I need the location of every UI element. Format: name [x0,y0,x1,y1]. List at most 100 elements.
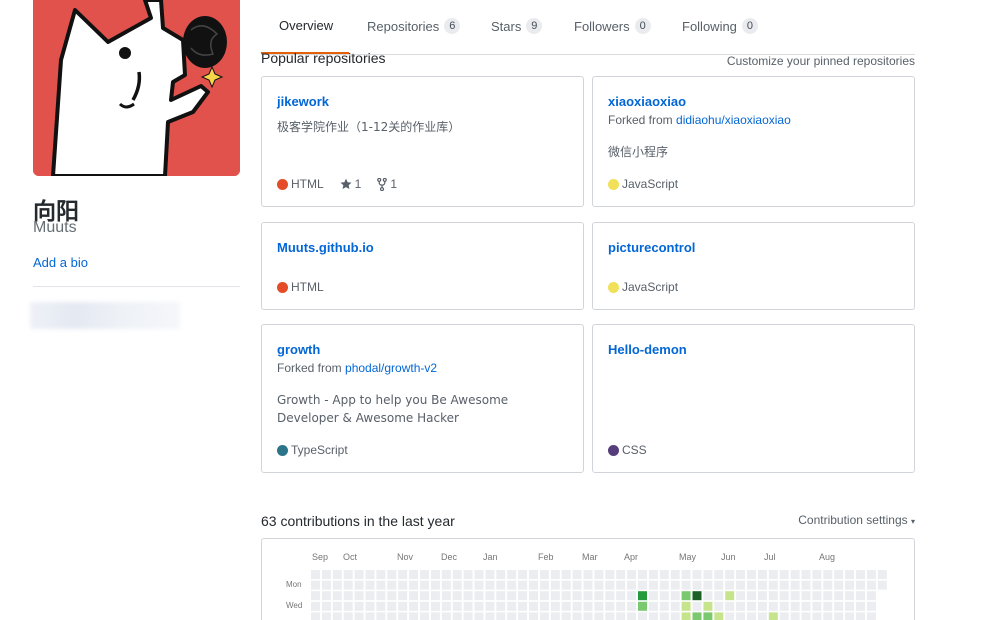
contribution-day[interactable] [354,580,364,590]
contribution-day[interactable] [725,570,735,579]
contribution-day[interactable] [856,591,865,601]
customize-pins-link[interactable]: Customize your pinned repositories [727,54,915,68]
contribution-day[interactable] [572,612,582,620]
forked-source-link[interactable]: didiaohu/xiaoxiaoxiao [676,113,791,127]
contribution-day[interactable] [452,591,462,601]
contribution-day[interactable] [681,591,691,601]
contribution-day[interactable] [714,591,724,601]
tab-repositories[interactable]: Repositories 6 [367,18,461,34]
contribution-day[interactable] [703,601,713,611]
contribution-day[interactable] [856,601,865,611]
contribution-day[interactable] [594,580,604,590]
contribution-day[interactable] [572,570,582,579]
contribution-day[interactable] [550,612,560,620]
contribution-day[interactable] [583,612,593,620]
contribution-day[interactable] [823,580,833,590]
contribution-day[interactable] [463,570,473,579]
contribution-day[interactable] [801,612,811,620]
contribution-day[interactable] [376,601,386,611]
contribution-day[interactable] [311,601,320,611]
contribution-day[interactable] [343,591,353,601]
contribution-day[interactable] [507,570,517,579]
contribution-day[interactable] [441,591,451,601]
contribution-day[interactable] [638,591,647,601]
contribution-day[interactable] [343,601,353,611]
contribution-day[interactable] [463,601,473,611]
contribution-day[interactable] [747,612,756,620]
contribution-day[interactable] [343,580,353,590]
contribution-day[interactable] [583,570,593,579]
contribution-day[interactable] [485,570,495,579]
contribution-day[interactable] [801,591,811,601]
contribution-day[interactable] [659,591,669,601]
contribution-day[interactable] [332,570,342,579]
repo-forks[interactable]: 1 [377,177,397,191]
contribution-day[interactable] [496,601,506,611]
contribution-day[interactable] [747,570,756,579]
contribution-day[interactable] [518,601,528,611]
contribution-day[interactable] [518,580,528,590]
contribution-day[interactable] [757,591,767,601]
contribution-day[interactable] [856,612,865,620]
contribution-day[interactable] [681,580,691,590]
contribution-day[interactable] [648,612,658,620]
contribution-day[interactable] [387,580,397,590]
contribution-day[interactable] [572,601,582,611]
contribution-day[interactable] [736,612,746,620]
tab-stars[interactable]: Stars 9 [491,18,543,34]
contribution-day[interactable] [430,580,440,590]
contribution-day[interactable] [321,601,331,611]
contribution-day[interactable] [725,601,735,611]
contribution-day[interactable] [332,601,342,611]
contribution-day[interactable] [496,570,506,579]
contribution-day[interactable] [354,601,364,611]
contribution-day[interactable] [638,570,647,579]
contribution-day[interactable] [409,570,419,579]
contribution-day[interactable] [757,601,767,611]
contribution-day[interactable] [398,601,408,611]
contribution-day[interactable] [474,570,484,579]
contribution-day[interactable] [529,591,538,601]
contribution-day[interactable] [605,601,615,611]
contribution-day[interactable] [779,570,789,579]
contribution-day[interactable] [659,570,669,579]
contribution-day[interactable] [659,612,669,620]
contribution-day[interactable] [736,580,746,590]
contribution-day[interactable] [845,591,855,601]
contribution-day[interactable] [496,591,506,601]
contribution-day[interactable] [539,601,549,611]
contribution-day[interactable] [648,570,658,579]
contribution-day[interactable] [834,601,844,611]
contribution-day[interactable] [343,612,353,620]
contribution-day[interactable] [681,612,691,620]
contribution-day[interactable] [430,570,440,579]
contribution-day[interactable] [779,591,789,601]
contribution-day[interactable] [627,612,637,620]
contribution-day[interactable] [474,591,484,601]
contribution-day[interactable] [866,591,876,601]
contribution-day[interactable] [692,580,702,590]
contribution-day[interactable] [801,570,811,579]
contribution-day[interactable] [441,580,451,590]
contribution-day[interactable] [420,612,429,620]
contribution-day[interactable] [779,612,789,620]
contribution-day[interactable] [387,591,397,601]
contribution-day[interactable] [365,612,375,620]
contribution-day[interactable] [354,612,364,620]
contribution-day[interactable] [670,612,680,620]
contribution-day[interactable] [736,601,746,611]
contribution-day[interactable] [834,612,844,620]
contribution-day[interactable] [670,591,680,601]
contribution-day[interactable] [398,612,408,620]
contribution-day[interactable] [572,591,582,601]
contribution-day[interactable] [790,612,800,620]
repo-name-link[interactable]: xiaoxiaoxiao [608,94,686,109]
contribution-day[interactable] [648,591,658,601]
contribution-day[interactable] [539,612,549,620]
contribution-day[interactable] [441,601,451,611]
contribution-day[interactable] [376,570,386,579]
contribution-day[interactable] [703,591,713,601]
contribution-day[interactable] [725,591,735,601]
contribution-day[interactable] [321,591,331,601]
contribution-day[interactable] [866,601,876,611]
